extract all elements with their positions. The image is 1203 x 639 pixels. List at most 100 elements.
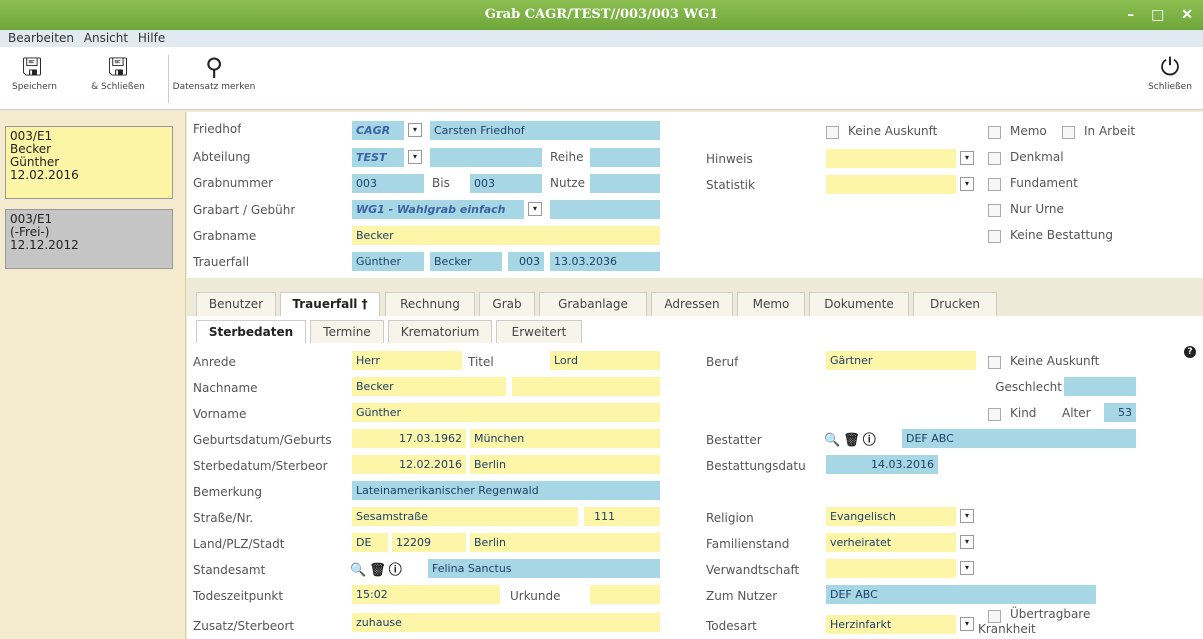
tab-adressen[interactable]: Adressen — [651, 292, 733, 316]
abteilung-code-field[interactable]: TEST — [352, 148, 404, 167]
save-close-button[interactable]: 🖫 & Schließen — [72, 52, 164, 92]
search-icon[interactable]: 🔍 — [350, 563, 369, 578]
reihe-label: Reihe — [550, 150, 584, 164]
record-card-active[interactable]: 003/E1 Becker Günther 12.02.2016 — [5, 126, 173, 199]
tab-dokumente[interactable]: Dokumente — [809, 292, 909, 316]
nachname2-field[interactable] — [512, 377, 660, 396]
kind-checkbox[interactable] — [988, 408, 1001, 421]
keine-auskunft-2-checkbox[interactable] — [988, 356, 1001, 369]
titel-field[interactable]: Lord — [550, 351, 660, 370]
tab-drucken[interactable]: Drucken — [913, 292, 997, 316]
reihe-field[interactable] — [590, 148, 660, 167]
geburt-datum-field[interactable]: 17.03.1962 — [352, 429, 466, 448]
fundament-checkbox[interactable] — [988, 178, 1001, 191]
gebuehr-field[interactable] — [550, 200, 660, 219]
statistik-field[interactable] — [826, 175, 956, 194]
close-button[interactable]: ⏻ Schließen — [1144, 52, 1196, 92]
grabnummer-field[interactable]: 003 — [352, 174, 424, 193]
dropdown-arrow-icon[interactable]: ▾ — [408, 150, 422, 164]
friedhof-name-field: Carsten Friedhof — [430, 121, 660, 140]
zusatz-field[interactable]: zuhause — [352, 613, 660, 632]
grabname-field[interactable]: Becker — [352, 226, 660, 245]
alter-field: 53 — [1104, 403, 1136, 422]
keine-bestattung-checkbox[interactable] — [988, 230, 1001, 243]
save-button[interactable]: 🖫 Speichern — [12, 52, 57, 92]
tab-rechnung[interactable]: Rechnung — [385, 292, 475, 316]
nachname-field[interactable]: Becker — [352, 377, 506, 396]
menu-hilfe[interactable]: Hilfe — [138, 31, 165, 45]
info-icon[interactable]: ⓘ — [863, 433, 879, 448]
subtab-krematorium[interactable]: Krematorium — [388, 320, 492, 343]
denkmal-checkbox[interactable] — [988, 152, 1001, 165]
tab-benutzer[interactable]: Benutzer — [196, 292, 276, 316]
subtab-erweitert[interactable]: Erweitert — [496, 320, 582, 343]
info-icon[interactable]: ⓘ — [389, 563, 405, 578]
subtab-sterbedaten[interactable]: Sterbedaten — [196, 320, 306, 343]
uebertragbar-label: Übertragbare Krankheit — [978, 607, 1091, 636]
hinweis-field[interactable] — [826, 149, 956, 168]
dropdown-arrow-icon[interactable]: ▾ — [960, 617, 974, 631]
anrede-field[interactable]: Herr — [352, 351, 462, 370]
save-icon: 🖫 — [21, 53, 43, 81]
keine-bestattung-label: Keine Bestattung — [1010, 228, 1113, 242]
nur-urne-checkbox[interactable] — [988, 204, 1001, 217]
subtab-termine[interactable]: Termine — [310, 320, 384, 343]
dropdown-arrow-icon[interactable]: ▾ — [960, 535, 974, 549]
sterbe-datum-field[interactable]: 12.02.2016 — [352, 455, 466, 474]
standesamt-field[interactable]: Felina Sanctus — [428, 559, 660, 578]
dropdown-arrow-icon[interactable]: ▾ — [960, 151, 974, 165]
strasse-field[interactable]: Sesamstraße — [352, 507, 578, 526]
verwandtschaft-field[interactable] — [826, 559, 956, 578]
tab-bar: Benutzer Trauerfall † Rechnung Grab Grab… — [187, 278, 1203, 316]
bemerkung-field[interactable]: Lateinamerikanischer Regenwald — [352, 481, 660, 500]
bestattungsdatum-field[interactable]: 14.03.2016 — [826, 455, 938, 474]
land-field[interactable]: DE — [352, 533, 388, 552]
trash-icon[interactable]: 🗑 — [843, 433, 863, 448]
search-icon[interactable]: 🔍 — [824, 433, 843, 448]
grabart-field[interactable]: WG1 - Wahlgrab einfach — [352, 200, 524, 219]
familienstand-field[interactable]: verheiratet — [826, 533, 956, 552]
vorname-field[interactable]: Günther — [352, 403, 660, 422]
in-arbeit-label: In Arbeit — [1084, 124, 1136, 138]
zum-nutzer-field[interactable]: DEF ABC — [826, 585, 1096, 604]
geburt-ort-field[interactable]: München — [470, 429, 660, 448]
todesart-field[interactable]: Herzinfarkt — [826, 615, 956, 634]
dropdown-arrow-icon[interactable]: ▾ — [960, 561, 974, 575]
bookmark-button[interactable]: ⚲ Datensatz merken — [172, 52, 256, 92]
bestatter-field[interactable]: DEF ABC — [902, 429, 1136, 448]
window-controls[interactable]: – □ ✕ — [1127, 0, 1199, 30]
dropdown-arrow-icon[interactable]: ▾ — [960, 509, 974, 523]
tab-trauerfall[interactable]: Trauerfall † — [280, 292, 380, 316]
memo-checkbox[interactable] — [988, 126, 1001, 139]
urkunde-field[interactable] — [590, 585, 660, 604]
anrede-label: Anrede — [193, 355, 236, 369]
window-titlebar: Grab CAGR/TEST//003/003 WG1 – □ ✕ — [0, 0, 1203, 30]
friedhof-code-field[interactable]: CAGR — [352, 121, 404, 140]
sterbe-ort-field[interactable]: Berlin — [470, 455, 660, 474]
nutze-field[interactable] — [590, 174, 660, 193]
geschlecht-field[interactable] — [1064, 377, 1136, 396]
trash-icon[interactable]: 🗑 — [369, 563, 389, 578]
tab-grabanlage[interactable]: Grabanlage — [539, 292, 647, 316]
plz-field[interactable]: 12209 — [392, 533, 466, 552]
dropdown-arrow-icon[interactable]: ▾ — [528, 202, 542, 216]
menu-ansicht[interactable]: Ansicht — [84, 31, 128, 45]
menu-bearbeiten[interactable]: Bearbeiten — [8, 31, 74, 45]
keine-auskunft-checkbox[interactable] — [826, 126, 839, 139]
dropdown-arrow-icon[interactable]: ▾ — [960, 177, 974, 191]
dropdown-arrow-icon[interactable]: ▾ — [408, 123, 422, 137]
tab-grab[interactable]: Grab — [479, 292, 535, 316]
religion-field[interactable]: Evangelisch — [826, 507, 956, 526]
help-icon[interactable]: ? — [1184, 346, 1196, 358]
familienstand-label: Familienstand — [706, 537, 790, 551]
record-card[interactable]: 003/E1 (-Frei-) 12.12.2012 — [5, 209, 173, 269]
hausnr-field[interactable]: 111 — [584, 507, 660, 526]
stadt-field[interactable]: Berlin — [470, 533, 660, 552]
bis-field[interactable]: 003 — [470, 174, 542, 193]
bestattungsdatum-label: Bestattungsdatu — [706, 459, 806, 473]
in-arbeit-checkbox[interactable] — [1062, 126, 1075, 139]
tab-memo[interactable]: Memo — [737, 292, 805, 316]
todeszeit-field[interactable]: 15:02 — [352, 585, 500, 604]
bestatter-label: Bestatter — [706, 433, 762, 447]
beruf-field[interactable]: Gärtner — [826, 351, 976, 370]
